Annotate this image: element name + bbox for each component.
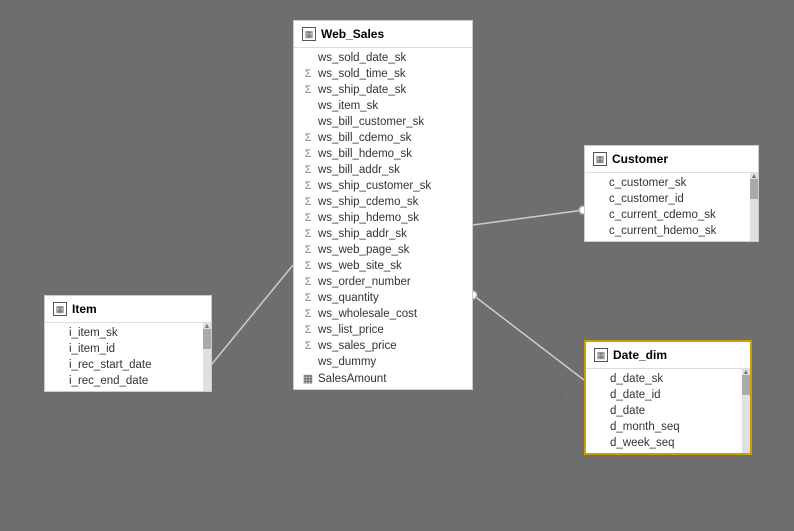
table-icon-web-sales: ▦	[302, 27, 316, 41]
table-body-item: i_item_sk i_item_id i_rec_start_date i_r…	[45, 323, 211, 391]
table-body-date-dim: d_date_sk d_date_id d_date d_month_seq d…	[586, 369, 750, 453]
field-ws-bill-cust: ws_bill_customer_sk	[294, 114, 472, 130]
table-customer[interactable]: ▦ Customer c_customer_sk c_customer_id c…	[584, 145, 759, 242]
field-i-sk: i_item_sk	[45, 325, 211, 341]
field-d-month: d_month_seq	[586, 419, 750, 435]
field-ws-ship-cust: Σws_ship_customer_sk	[294, 178, 472, 194]
field-ws-ship-hdemo: Σws_ship_hdemo_sk	[294, 210, 472, 226]
field-ws-quantity: Σws_quantity	[294, 290, 472, 306]
table-body-customer: c_customer_sk c_customer_id c_current_cd…	[585, 173, 758, 241]
date-dim-scrollbar[interactable]: ▲	[742, 369, 750, 453]
table-icon-customer: ▦	[593, 152, 607, 166]
scroll-up-customer: ▲	[750, 173, 758, 177]
scroll-thumb-item	[203, 329, 211, 349]
field-ws-order-num: Σws_order_number	[294, 274, 472, 290]
field-ws-wholesale: Σws_wholesale_cost	[294, 306, 472, 322]
field-c-hdemo: c_current_hdemo_sk	[585, 223, 758, 239]
table-header-customer: ▦ Customer	[585, 146, 758, 173]
table-header-web-sales: ▦ Web_Sales	[294, 21, 472, 48]
field-i-id: i_item_id	[45, 341, 211, 357]
scroll-up-item: ▲	[203, 323, 211, 327]
rel-label-item-ws-star: *	[272, 251, 277, 263]
table-icon-item: ▦	[53, 302, 67, 316]
table-web-sales[interactable]: ▦ Web_Sales ws_sold_date_sk Σws_sold_tim…	[293, 20, 473, 390]
rel-label-item-ws-1: 1	[213, 380, 219, 391]
field-i-start: i_rec_start_date	[45, 357, 211, 373]
field-c-sk: c_customer_sk	[585, 175, 758, 191]
rel-label-ws-date-1: 1	[558, 390, 564, 401]
field-ws-item: ws_item_sk	[294, 98, 472, 114]
table-header-item: ▦ Item	[45, 296, 211, 323]
field-ws-bill-cdemo: Σws_bill_cdemo_sk	[294, 130, 472, 146]
table-date-dim[interactable]: ▦ Date_dim d_date_sk d_date_id d_date d_…	[584, 340, 752, 455]
rel-label-ws-cust-star: *	[476, 231, 481, 243]
field-ws-sold-date: ws_sold_date_sk	[294, 50, 472, 66]
field-d-id: d_date_id	[586, 387, 750, 403]
field-d-week: d_week_seq	[586, 435, 750, 451]
table-item[interactable]: ▦ Item i_item_sk i_item_id i_rec_start_d…	[44, 295, 212, 392]
table-header-date-dim: ▦ Date_dim	[586, 342, 750, 369]
field-ws-sales-amount: ▦SalesAmount	[294, 370, 472, 387]
field-ws-ship-date: Σws_ship_date_sk	[294, 82, 472, 98]
scroll-thumb-date	[742, 375, 750, 395]
field-ws-bill-hdemo: Σws_bill_hdemo_sk	[294, 146, 472, 162]
field-c-id: c_customer_id	[585, 191, 758, 207]
field-ws-bill-addr: Σws_bill_addr_sk	[294, 162, 472, 178]
customer-scrollbar[interactable]: ▲	[750, 173, 758, 241]
field-d-date: d_date	[586, 403, 750, 419]
field-ws-ship-addr: Σws_ship_addr_sk	[294, 226, 472, 242]
field-ws-web-page: Σws_web_page_sk	[294, 242, 472, 258]
field-ws-list-price: Σws_list_price	[294, 322, 472, 338]
field-i-end: i_rec_end_date	[45, 373, 211, 389]
scroll-thumb-customer	[750, 179, 758, 199]
field-d-sk: d_date_sk	[586, 371, 750, 387]
field-ws-ship-cdemo: Σws_ship_cdemo_sk	[294, 194, 472, 210]
field-ws-sales-price: Σws_sales_price	[294, 338, 472, 354]
rel-label-ws-cust-1: 1	[560, 197, 566, 208]
field-ws-dummy: ws_dummy	[294, 354, 472, 370]
field-c-cdemo: c_current_cdemo_sk	[585, 207, 758, 223]
table-body-web-sales: ws_sold_date_sk Σws_sold_time_sk Σws_shi…	[294, 48, 472, 389]
table-icon-date-dim: ▦	[594, 348, 608, 362]
scroll-up-date: ▲	[742, 369, 750, 373]
rel-label-ws-date-star: *	[476, 281, 481, 293]
field-ws-web-site: Σws_web_site_sk	[294, 258, 472, 274]
field-ws-sold-time: Σws_sold_time_sk	[294, 66, 472, 82]
item-scrollbar[interactable]: ▲	[203, 323, 211, 391]
